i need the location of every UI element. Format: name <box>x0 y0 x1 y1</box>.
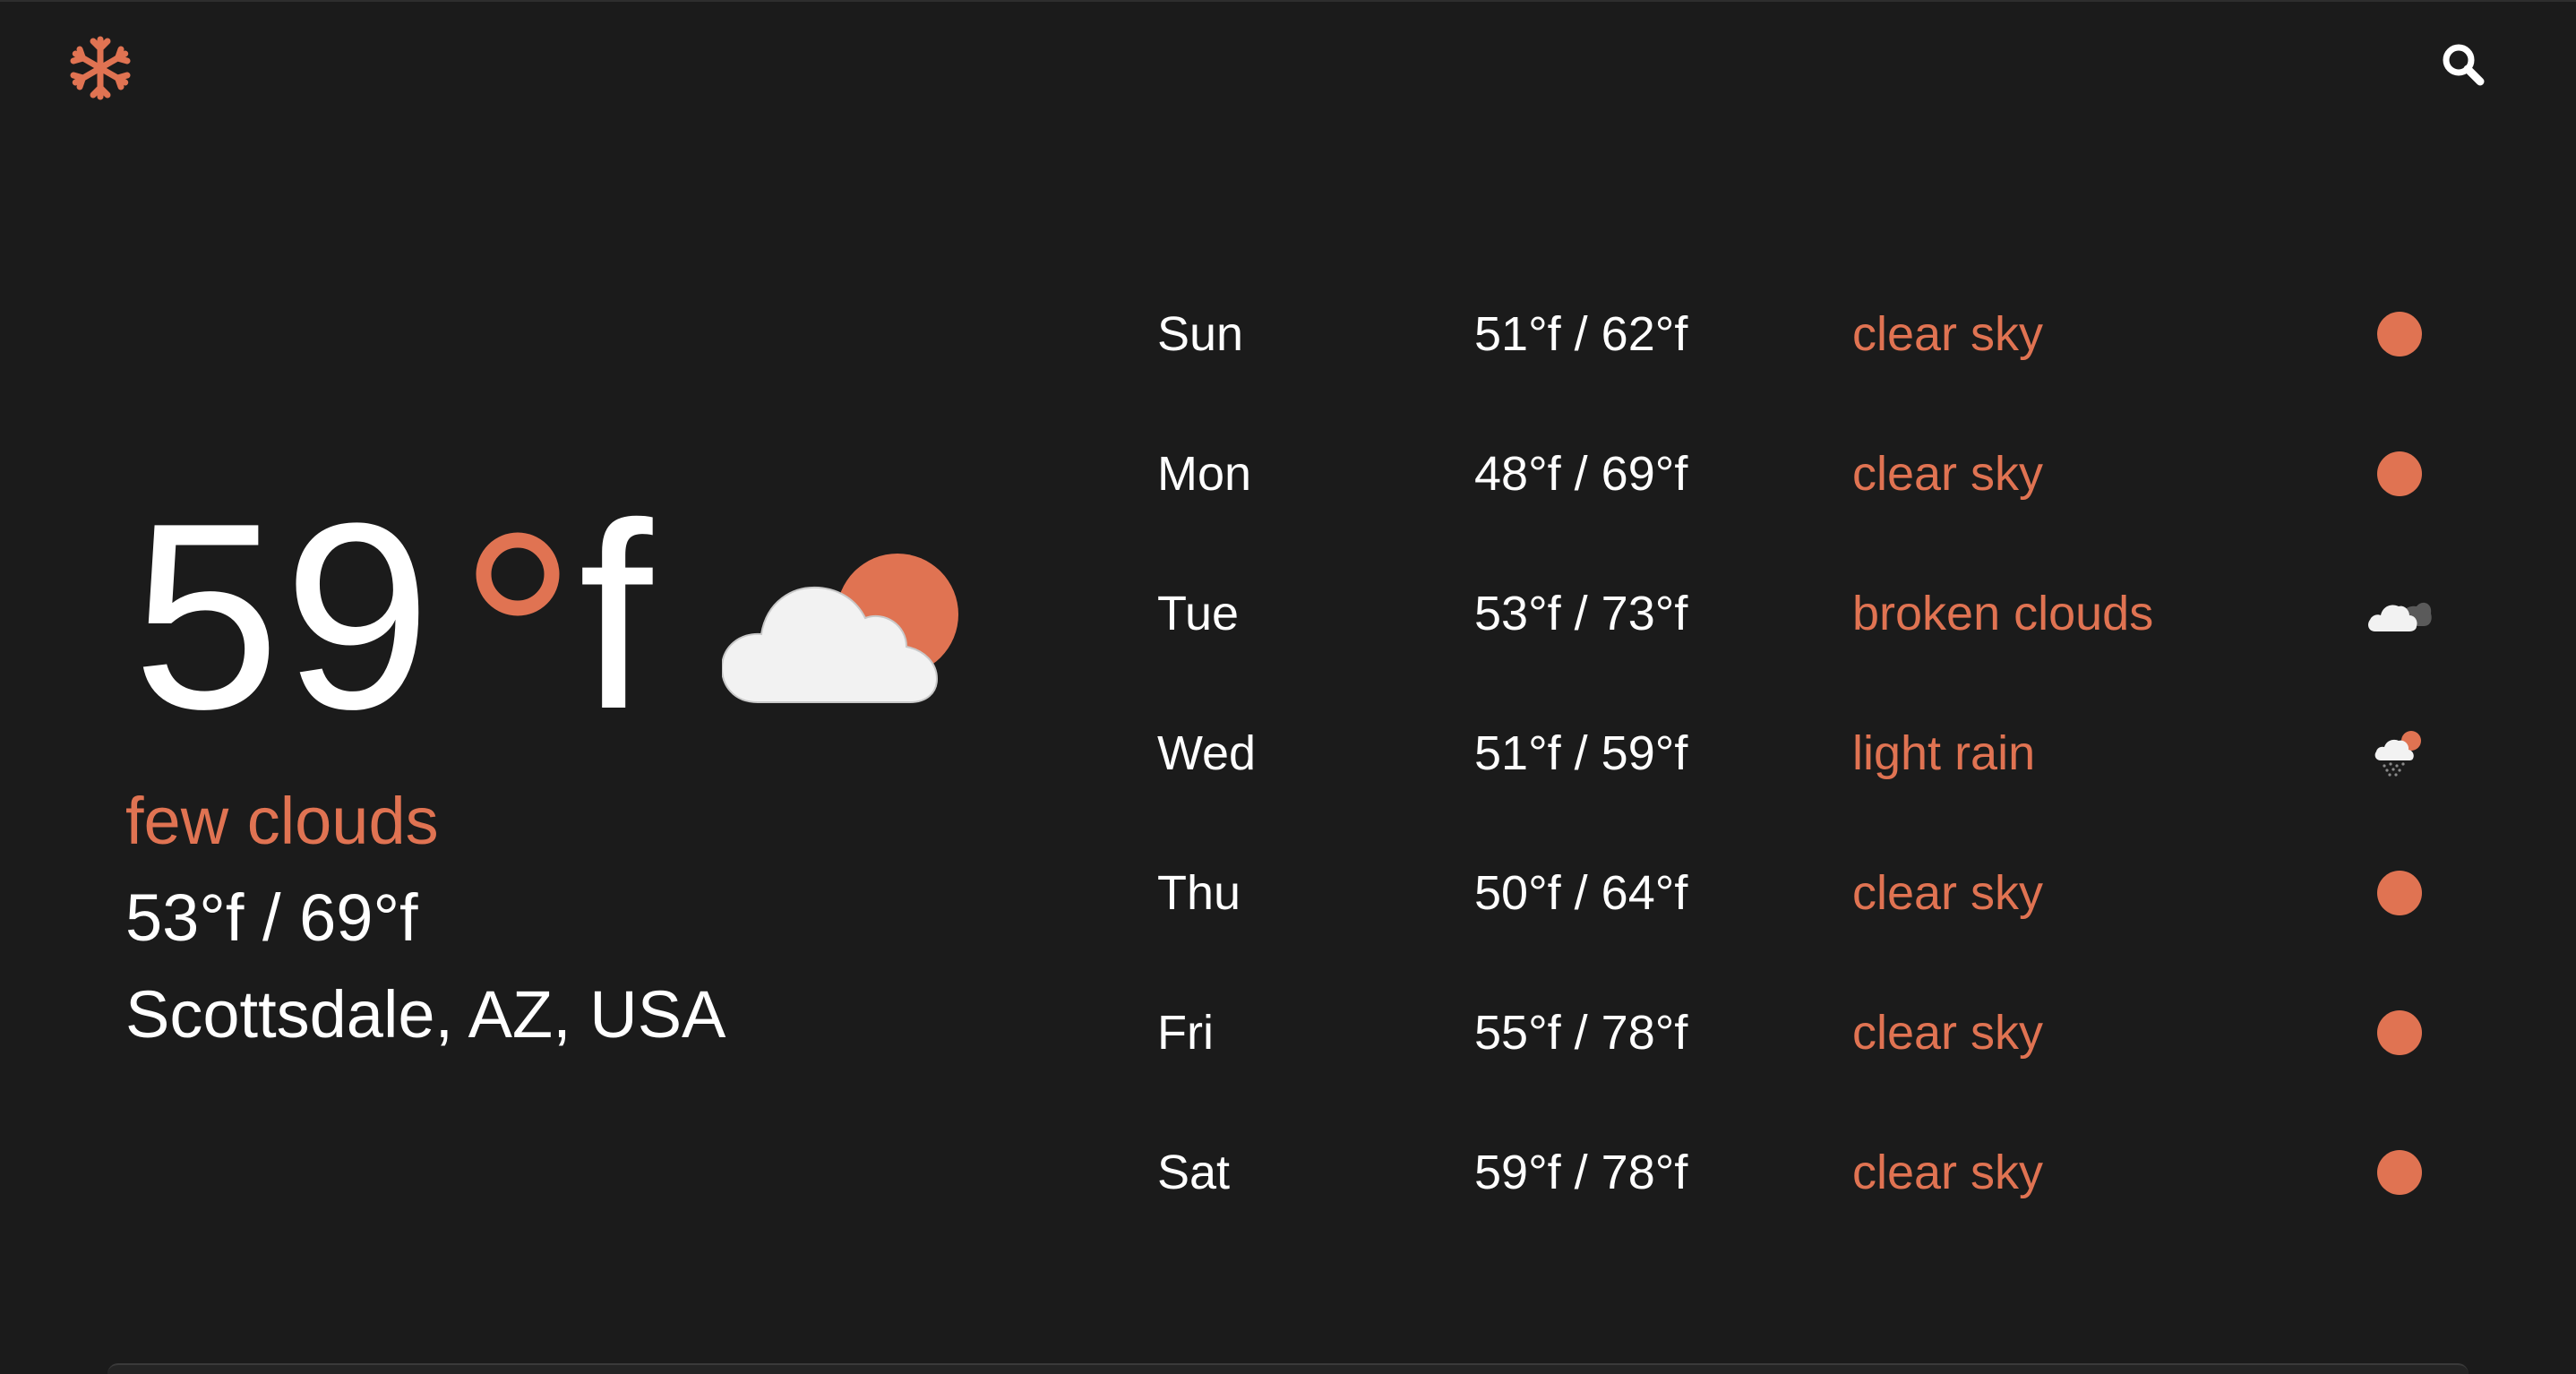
current-location: Scottsdale, AZ, USA <box>125 977 726 1052</box>
clear-sky-icon <box>2377 312 2422 356</box>
forecast-range: 48°f / 69°f <box>1474 447 1688 501</box>
forecast-range: 51°f / 62°f <box>1474 307 1688 361</box>
forecast-day: Sun <box>1157 307 1244 361</box>
forecast-day: Tue <box>1157 587 1240 640</box>
forecast-row: Mon 48°f / 69°f clear sky <box>1155 438 2445 510</box>
clear-sky-icon <box>2377 871 2422 915</box>
clear-sky-icon <box>2377 1150 2422 1195</box>
snowflake-icon[interactable] <box>68 36 133 100</box>
forecast-description: clear sky <box>1852 447 2044 501</box>
forecast-day: Wed <box>1157 726 1257 780</box>
weather-app: 59 f few clouds 53°f / 69°f Scottsdale, … <box>0 0 2576 1374</box>
forecast-description: clear sky <box>1852 866 2044 920</box>
light-rain-icon <box>2374 731 2421 777</box>
forecast-range: 53°f / 73°f <box>1474 587 1688 640</box>
few-clouds-icon <box>722 554 958 703</box>
forecast-row: Sat 59°f / 78°f clear sky <box>1155 1137 2445 1208</box>
forecast-day: Mon <box>1157 447 1252 501</box>
search-icon[interactable] <box>2440 41 2486 88</box>
temperature-unit: f <box>579 468 653 764</box>
current-temperature: 59 <box>133 468 435 764</box>
forecast-day: Thu <box>1157 866 1241 920</box>
clear-sky-icon <box>2377 451 2422 496</box>
clear-sky-icon <box>2377 1010 2422 1055</box>
broken-clouds-icon <box>2368 602 2432 631</box>
forecast-row: Sun 51°f / 62°f clear sky <box>1155 298 2445 370</box>
forecast-range: 50°f / 64°f <box>1474 866 1688 920</box>
forecast-description: light rain <box>1852 726 2036 780</box>
forecast-description: clear sky <box>1852 307 2044 361</box>
forecast-range: 55°f / 78°f <box>1474 1006 1688 1060</box>
forecast-day: Sat <box>1157 1146 1231 1199</box>
forecast-row: Tue 53°f / 73°f broken clouds <box>1155 578 2445 649</box>
forecast-description: broken clouds <box>1852 587 2154 640</box>
forecast-day: Fri <box>1157 1006 1214 1060</box>
forecast-description: clear sky <box>1852 1146 2044 1199</box>
forecast-range: 51°f / 59°f <box>1474 726 1688 780</box>
forecast-range: 59°f / 78°f <box>1474 1146 1688 1199</box>
bottom-panel-edge <box>107 1363 2469 1374</box>
window-top-edge <box>0 0 2576 2</box>
forecast-row: Thu 50°f / 64°f clear sky <box>1155 857 2445 929</box>
forecast-row: Wed 51°f / 59°f light rain <box>1155 717 2445 789</box>
current-description: few clouds <box>125 784 439 858</box>
forecast-description: clear sky <box>1852 1006 2044 1060</box>
forecast-row: Fri 55°f / 78°f clear sky <box>1155 997 2445 1069</box>
degree-symbol <box>476 532 560 616</box>
current-temperature-range: 53°f / 69°f <box>125 880 418 955</box>
